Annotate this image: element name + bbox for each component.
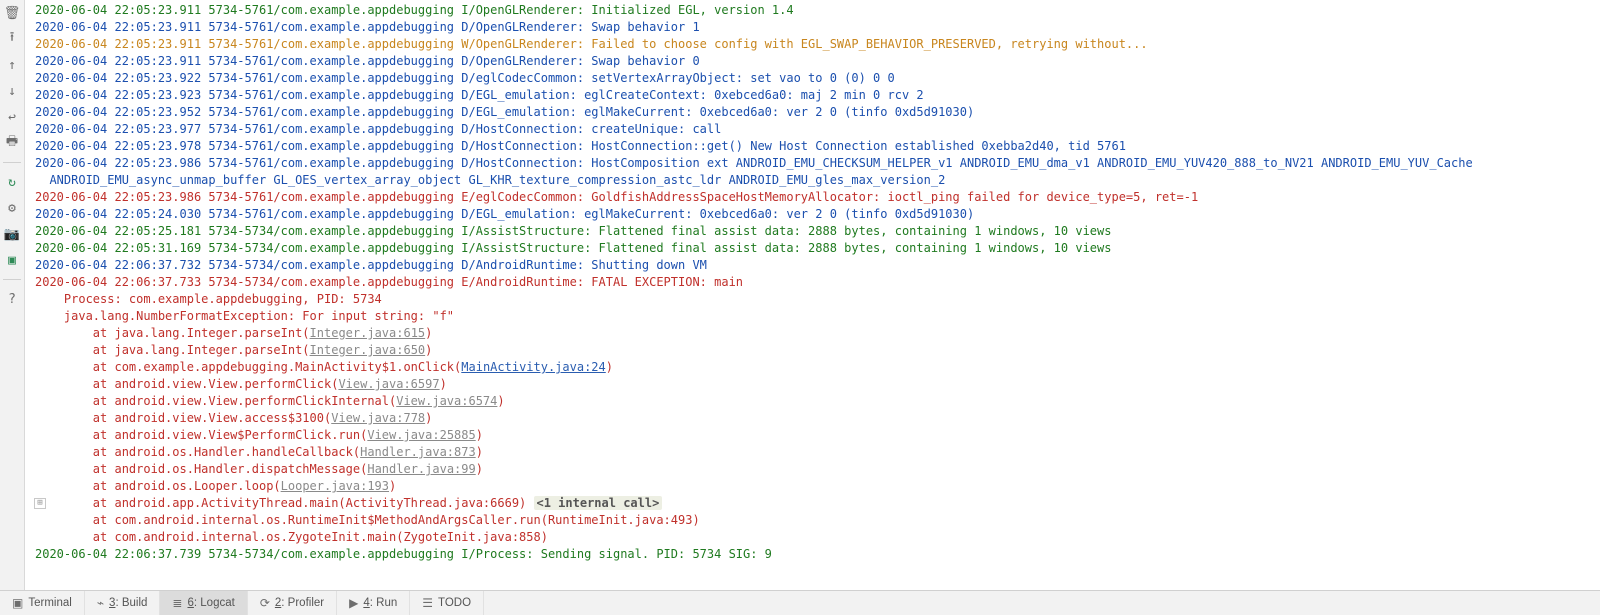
log-line: at android.view.View.performClick(View.j… [35, 376, 1598, 393]
tab-profiler[interactable]: ⟳ 2: Profiler [248, 591, 337, 615]
log-line: 2020-06-04 22:06:37.732 5734-5734/com.ex… [35, 257, 1598, 274]
tab-logcat-icon: ≣ [172, 596, 182, 610]
stack-link[interactable]: Integer.java:615 [310, 326, 426, 340]
tab-todo-label: TODO [438, 597, 471, 609]
stack-link[interactable]: MainActivity.java:24 [461, 360, 606, 374]
log-line: 2020-06-04 22:05:23.978 5734-5761/com.ex… [35, 138, 1598, 155]
tab-logcat[interactable]: ≣ 6: Logcat [160, 591, 247, 615]
log-line: at android.view.View.access$3100(View.ja… [35, 410, 1598, 427]
log-line: 2020-06-04 22:05:23.986 5734-5761/com.ex… [35, 155, 1598, 172]
log-line: 2020-06-04 22:06:37.733 5734-5734/com.ex… [35, 274, 1598, 291]
log-line: 2020-06-04 22:05:23.952 5734-5761/com.ex… [35, 104, 1598, 121]
log-line: 2020-06-04 22:05:23.911 5734-5761/com.ex… [35, 2, 1598, 19]
tab-terminal[interactable]: ▣ Terminal [0, 591, 85, 615]
log-line: 2020-06-04 22:05:23.977 5734-5761/com.ex… [35, 121, 1598, 138]
stack-link[interactable]: View.java:6597 [338, 377, 439, 391]
stack-link[interactable]: Handler.java:99 [367, 462, 475, 476]
soft-wrap-icon[interactable]: ↩ [3, 108, 21, 126]
tab-run-label: 4: Run [363, 597, 397, 609]
log-line: 2020-06-04 22:05:23.986 5734-5761/com.ex… [35, 189, 1598, 206]
log-line: 2020-06-04 22:05:23.911 5734-5761/com.ex… [35, 19, 1598, 36]
gutter-separator [3, 279, 21, 280]
logcat-output[interactable]: 2020-06-04 22:05:23.911 5734-5761/com.ex… [25, 0, 1600, 590]
log-line: 2020-06-04 22:05:23.922 5734-5761/com.ex… [35, 70, 1598, 87]
tab-terminal-label: Terminal [28, 597, 71, 609]
log-line: 2020-06-04 22:05:24.030 5734-5761/com.ex… [35, 206, 1598, 223]
logcat-toolbar: 🗑 ⭱ ↑ ↓ ↩ 🖶 ↻ ⚙ 📷 ▣? [0, 0, 25, 590]
tab-build-label: 3: Build [109, 597, 147, 609]
stack-link[interactable]: Handler.java:873 [360, 445, 476, 459]
log-line: at android.os.Handler.dispatchMessage(Ha… [35, 461, 1598, 478]
folded-calls-hint[interactable]: <1 internal call> [534, 496, 663, 510]
stack-link[interactable]: Integer.java:650 [310, 343, 426, 357]
log-line: at android.os.Handler.handleCallback(Han… [35, 444, 1598, 461]
tab-run[interactable]: ▶ 4: Run [337, 591, 410, 615]
settings-icon[interactable]: ⚙ [3, 199, 21, 217]
log-line: at com.android.internal.os.ZygoteInit.ma… [35, 529, 1598, 546]
stack-link[interactable]: View.java:778 [331, 411, 425, 425]
log-line: at java.lang.Integer.parseInt(Integer.ja… [35, 342, 1598, 359]
log-line: Process: com.example.appdebugging, PID: … [35, 291, 1598, 308]
stack-link[interactable]: Looper.java:193 [281, 479, 389, 493]
tab-profiler-icon: ⟳ [260, 596, 270, 610]
up-icon[interactable]: ↑ [3, 56, 21, 74]
log-line: 2020-06-04 22:05:23.911 5734-5761/com.ex… [35, 53, 1598, 70]
log-line: 2020-06-04 22:06:37.739 5734-5734/com.ex… [35, 546, 1598, 563]
log-line: at android.app.ActivityThread.main(Activ… [35, 495, 1598, 512]
tab-todo-icon: ☰ [422, 596, 433, 610]
log-line: at java.lang.Integer.parseInt(Integer.ja… [35, 325, 1598, 342]
scroll-end-icon[interactable]: ⭱ [3, 30, 21, 48]
down-icon[interactable]: ↓ [3, 82, 21, 100]
trash-icon[interactable]: 🗑 [3, 4, 21, 22]
tab-terminal-icon: ▣ [12, 596, 23, 610]
log-line: at android.view.View.performClickInterna… [35, 393, 1598, 410]
log-line: 2020-06-04 22:05:31.169 5734-5734/com.ex… [35, 240, 1598, 257]
tab-logcat-label: 6: Logcat [187, 597, 234, 609]
tab-build-icon: ⌁ [97, 596, 104, 610]
log-line: 2020-06-04 22:05:23.923 5734-5761/com.ex… [35, 87, 1598, 104]
log-line: at android.os.Looper.loop(Looper.java:19… [35, 478, 1598, 495]
tab-todo[interactable]: ☰ TODO [410, 591, 484, 615]
record-icon[interactable]: ▣ [3, 251, 21, 269]
log-line: at com.android.internal.os.RuntimeInit$M… [35, 512, 1598, 529]
tab-profiler-label: 2: Profiler [275, 597, 324, 609]
log-line: 2020-06-04 22:05:25.181 5734-5734/com.ex… [35, 223, 1598, 240]
tab-build[interactable]: ⌁ 3: Build [85, 591, 161, 615]
fold-expand-icon[interactable]: ⊞ [34, 498, 46, 509]
print-icon[interactable]: 🖶 [3, 134, 21, 152]
bottom-tool-tabs: ▣ Terminal ⌁ 3: Build ≣ 6: Logcat ⟳ 2: Profiler… [0, 590, 1600, 615]
log-line: at com.example.appdebugging.MainActivity… [35, 359, 1598, 376]
tab-run-icon: ▶ [349, 596, 358, 610]
restart-icon[interactable]: ↻ [3, 173, 21, 191]
help-icon[interactable]: ? [3, 290, 21, 308]
gutter-separator [3, 162, 21, 163]
stack-link[interactable]: View.java:25885 [367, 428, 475, 442]
log-line: ANDROID_EMU_async_unmap_buffer GL_OES_ve… [35, 172, 1598, 189]
log-line: at android.view.View$PerformClick.run(Vi… [35, 427, 1598, 444]
log-line: 2020-06-04 22:05:23.911 5734-5761/com.ex… [35, 36, 1598, 53]
stack-link[interactable]: View.java:6574 [396, 394, 497, 408]
screenshot-icon[interactable]: 📷 [3, 225, 21, 243]
log-line: java.lang.NumberFormatException: For inp… [35, 308, 1598, 325]
